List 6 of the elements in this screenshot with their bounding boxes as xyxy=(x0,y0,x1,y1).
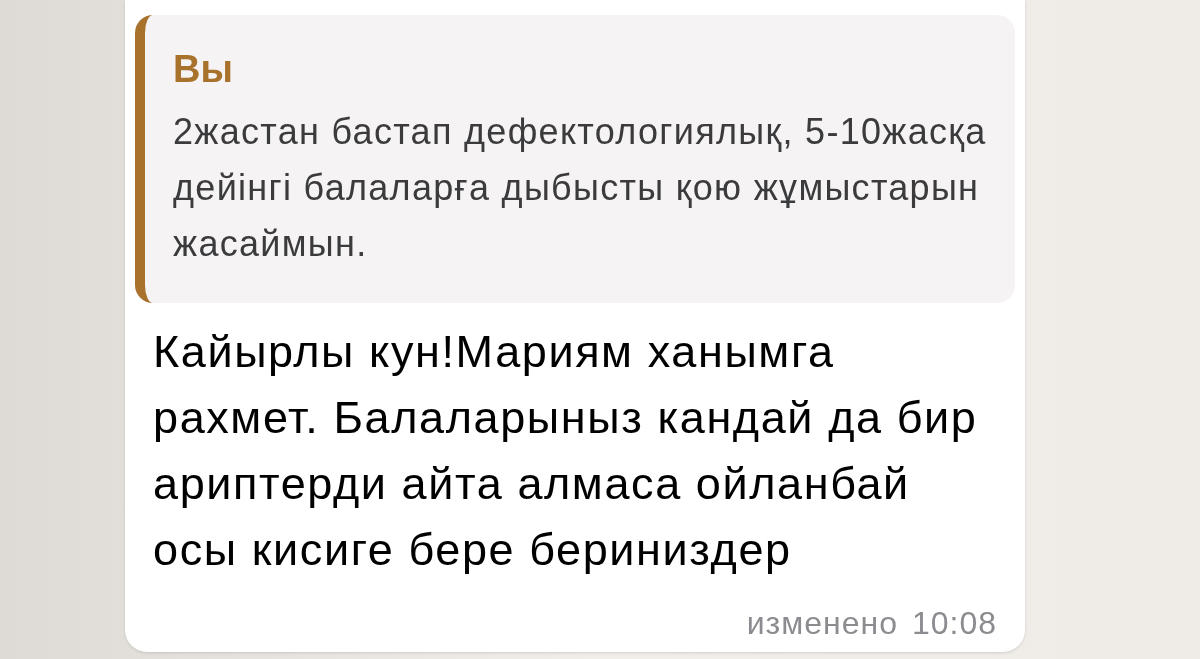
quoted-message-text: 2жастан бастап дефектологиялық, 5-10жасқа дейінгі балаларға дыбысты қою жұмыстарын жасаймын. xyxy=(173,110,988,266)
reply-sender: Вы xyxy=(173,50,233,88)
message-text: Кайырлы кун!Мариям ханымга рахмет. Балаларыныз кандай да бир ариптерди айта алмаса ойланбай осы кисиге бере бериниздер xyxy=(153,325,979,577)
message-time: 10:08 xyxy=(911,605,997,641)
edited-label: изменено xyxy=(746,605,898,641)
reply-quote[interactable]: Вы 2жастан бастап дефектологиялық, 5-10жасқа дейінгі балаларға дыбысты қою жұмыстарын жасаймын. xyxy=(135,15,1015,303)
